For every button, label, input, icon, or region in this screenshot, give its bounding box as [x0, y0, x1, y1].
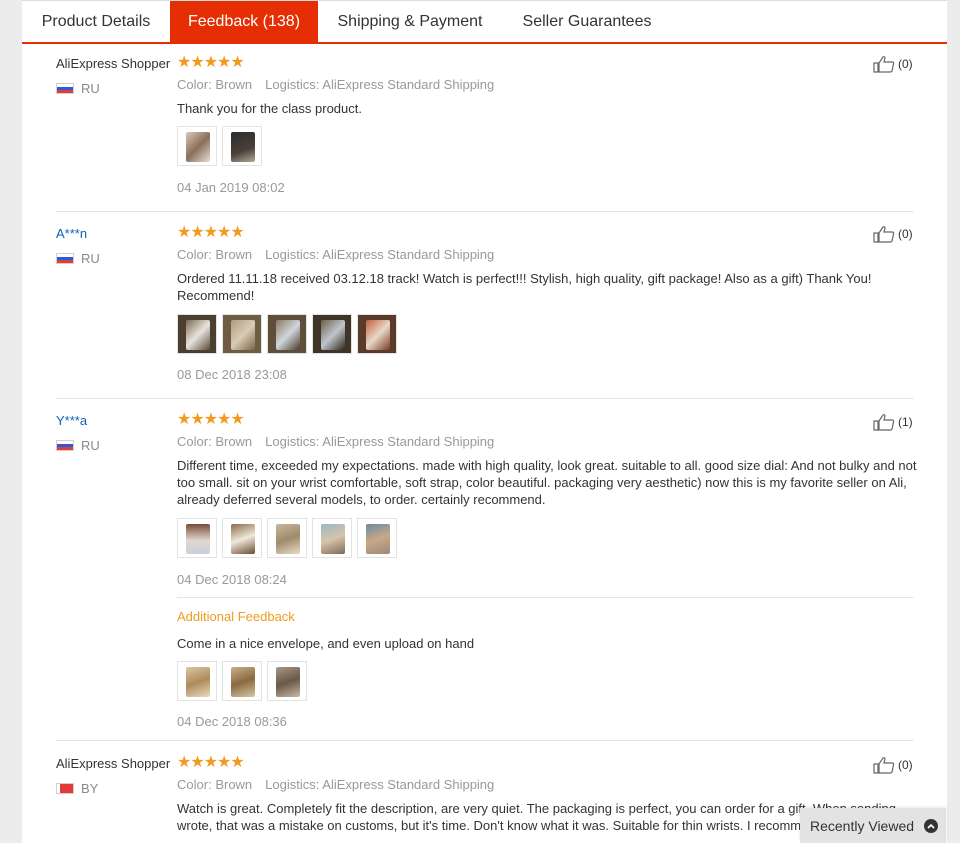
country-code: RU [81, 251, 100, 266]
review-date: 04 Jan 2019 08:02 [177, 180, 285, 195]
belarus-flag-icon [56, 783, 74, 794]
review-text: Ordered 11.11.18 received 03.12.18 track… [177, 271, 872, 303]
reviewer-country: BY [56, 781, 98, 796]
review-photo[interactable] [357, 314, 397, 354]
logistics-label: Logistics: [265, 247, 320, 262]
review-photo[interactable] [312, 314, 352, 354]
color-label: Color: [177, 434, 212, 449]
review-photo[interactable] [177, 314, 217, 354]
color-value: Brown [215, 434, 253, 449]
logistics-label: Logistics: [265, 77, 320, 92]
color-label: Color: [177, 247, 212, 262]
country-code: RU [81, 438, 100, 453]
reviewer-name[interactable]: Y***a [56, 413, 87, 428]
review-divider [56, 211, 914, 212]
logistics-label: Logistics: [265, 434, 320, 449]
review-photo[interactable] [222, 661, 262, 701]
color-value: Brown [215, 777, 253, 792]
reviewer-country: RU [56, 81, 100, 96]
logistics-label: Logistics: [265, 777, 320, 792]
reviewer-name[interactable]: A***n [56, 226, 87, 241]
reviewer-name: AliExpress Shopper [56, 56, 171, 71]
country-code: RU [81, 81, 100, 96]
russia-flag-icon [56, 83, 74, 94]
review-photo[interactable] [177, 661, 217, 701]
review-photos [177, 518, 402, 558]
additional-divider [177, 597, 914, 598]
logistics-value: AliExpress Standard Shipping [322, 77, 495, 92]
helpful-button[interactable]: (0) [873, 756, 913, 774]
thumbs-up-icon [873, 757, 895, 774]
review-divider [56, 398, 914, 399]
review-text: Different time, exceeded my expectations… [177, 458, 917, 507]
additional-date: 04 Dec 2018 08:36 [177, 714, 287, 729]
review-divider [56, 740, 914, 741]
russia-flag-icon [56, 440, 74, 451]
color-value: Brown [215, 77, 253, 92]
reviewer-country: RU [56, 438, 100, 453]
review-photos [177, 314, 402, 354]
helpful-button[interactable]: (0) [873, 55, 913, 73]
review-photo[interactable] [177, 518, 217, 558]
additional-photos [177, 661, 312, 701]
reviewer-country: RU [56, 251, 100, 266]
review-meta: Color: Brown Logistics: AliExpress Standa… [177, 247, 494, 262]
logistics-value: AliExpress Standard Shipping [322, 777, 495, 792]
review-photo[interactable] [267, 314, 307, 354]
review-date: 04 Dec 2018 08:24 [177, 572, 287, 587]
additional-feedback-label: Additional Feedback [177, 609, 295, 624]
review-meta: Color: Brown Logistics: AliExpress Standa… [177, 77, 494, 92]
helpful-count: (0) [898, 227, 913, 241]
thumbs-up-icon [873, 414, 895, 431]
review-meta: Color: Brown Logistics: AliExpress Standa… [177, 777, 494, 792]
helpful-button[interactable]: (1) [873, 413, 913, 431]
review-photo[interactable] [267, 518, 307, 558]
feedback-page: Product Details Feedback (138) Shipping … [22, 0, 947, 843]
review-photo[interactable] [177, 126, 217, 166]
helpful-count: (0) [898, 57, 913, 71]
logistics-value: AliExpress Standard Shipping [322, 247, 495, 262]
rating-stars: ★★★★★ [177, 411, 245, 428]
recently-viewed-button[interactable]: Recently Viewed [800, 808, 946, 843]
thumbs-up-icon [873, 226, 895, 243]
review-photo[interactable] [312, 518, 352, 558]
rating-stars: ★★★★★ [177, 54, 245, 71]
review-photo[interactable] [222, 518, 262, 558]
review-photo[interactable] [222, 126, 262, 166]
tab-shipping-payment[interactable]: Shipping & Payment [318, 1, 502, 43]
review-text: Thank you for the class product. [177, 101, 362, 116]
rating-stars: ★★★★★ [177, 754, 245, 771]
thumbs-up-icon [873, 56, 895, 73]
rating-stars: ★★★★★ [177, 224, 245, 241]
tab-seller-guarantees[interactable]: Seller Guarantees [502, 1, 672, 43]
chevron-up-icon [924, 818, 939, 833]
helpful-button[interactable]: (0) [873, 225, 913, 243]
helpful-count: (0) [898, 758, 913, 772]
product-tabs: Product Details Feedback (138) Shipping … [22, 0, 947, 44]
review-photos [177, 126, 267, 166]
tab-feedback[interactable]: Feedback (138) [170, 1, 318, 43]
color-label: Color: [177, 77, 212, 92]
logistics-value: AliExpress Standard Shipping [322, 434, 495, 449]
russia-flag-icon [56, 253, 74, 264]
helpful-count: (1) [898, 415, 913, 429]
tab-product-details[interactable]: Product Details [22, 1, 170, 43]
review-photo[interactable] [267, 661, 307, 701]
review-photo[interactable] [357, 518, 397, 558]
review-meta: Color: Brown Logistics: AliExpress Standa… [177, 434, 494, 449]
reviewer-name: AliExpress Shopper [56, 756, 171, 771]
review-date: 08 Dec 2018 23:08 [177, 367, 287, 382]
country-code: BY [81, 781, 99, 796]
review-photo[interactable] [222, 314, 262, 354]
color-label: Color: [177, 777, 212, 792]
additional-text: Come in a nice envelope, and even upload… [177, 636, 475, 651]
color-value: Brown [215, 247, 253, 262]
recently-viewed-label: Recently Viewed [810, 817, 915, 834]
